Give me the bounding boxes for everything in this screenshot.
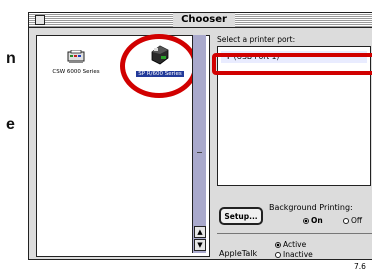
chooser-window: Chooser CSW 6000 Series SP R/600 Series <box>28 12 372 271</box>
driver-label: CSW 6000 Series <box>52 69 100 75</box>
annotation-rectangle <box>212 53 372 75</box>
scroll-grip <box>197 152 202 153</box>
select-port-label: Select a printer port: <box>217 35 296 44</box>
radio-inactive[interactable] <box>275 252 281 258</box>
radio-active[interactable] <box>275 242 281 248</box>
edge-letter-n: n <box>6 50 16 67</box>
bg-on-label: On <box>311 216 323 225</box>
radio-off[interactable] <box>343 218 349 224</box>
background-printing-label: Background Printing: <box>269 203 353 212</box>
driver-list-scrollbar[interactable]: ▲ ▼ <box>192 35 206 253</box>
window-title: Chooser <box>173 13 235 27</box>
driver-item-csw6000[interactable]: CSW 6000 Series <box>45 49 107 75</box>
background-on-option[interactable]: On <box>303 216 323 225</box>
appletalk-label: AppleTalk <box>219 249 258 258</box>
active-label: Active <box>283 240 307 249</box>
edge-letter-e: e <box>6 116 15 133</box>
version-label: 7.6 <box>354 262 366 271</box>
background-off-option[interactable]: Off <box>343 216 362 225</box>
close-box[interactable] <box>35 15 45 25</box>
title-bar[interactable]: Chooser <box>29 13 372 28</box>
setup-button[interactable]: Setup... <box>219 207 263 225</box>
driver-list[interactable]: CSW 6000 Series SP R/600 Series <box>36 34 210 257</box>
printer-icon <box>67 49 85 63</box>
divider <box>217 233 372 234</box>
annotation-circle <box>120 34 198 98</box>
appletalk-inactive-option[interactable]: Inactive <box>275 250 313 259</box>
radio-on[interactable] <box>303 218 309 224</box>
appletalk-active-option[interactable]: Active <box>275 240 306 249</box>
scroll-down-arrow[interactable]: ▼ <box>194 239 206 251</box>
bg-off-label: Off <box>351 216 363 225</box>
inactive-label: Inactive <box>283 250 313 259</box>
scroll-up-arrow[interactable]: ▲ <box>194 226 206 238</box>
